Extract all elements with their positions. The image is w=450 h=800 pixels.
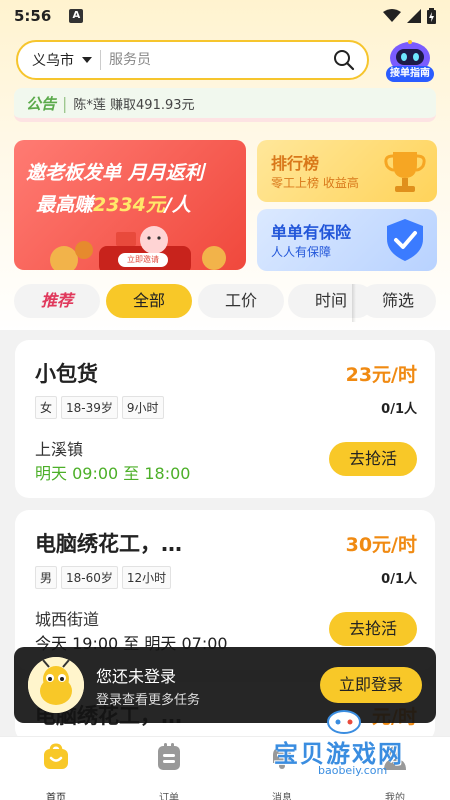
tab-all[interactable]: 全部: [106, 284, 192, 318]
job-title: 电脑绣花工，…: [35, 532, 182, 556]
search-input[interactable]: 服务员: [109, 53, 333, 67]
job-tags: 男 18-60岁 12小时: [35, 566, 172, 589]
job-headcount: 0/1人: [381, 572, 417, 587]
city-selector[interactable]: 义乌市: [32, 50, 74, 70]
login-button[interactable]: 立即登录: [320, 667, 422, 703]
job-title: 小包货: [35, 362, 98, 386]
login-subtitle: 登录查看更多任务: [96, 693, 201, 708]
banner-subheadline: 最高赚2334元/人: [36, 190, 191, 217]
trophy-icon: [384, 152, 426, 192]
chevron-down-icon[interactable]: [82, 57, 92, 63]
leaderboard-subtitle: 零工上榜 收益高: [271, 176, 359, 190]
signal-icon: [407, 9, 421, 23]
job-tag-age: 18-60岁: [61, 566, 118, 589]
announcement-separator: |: [62, 93, 68, 113]
job-pay: 30元/时: [345, 534, 417, 556]
nav-home[interactable]: 首页: [16, 743, 96, 800]
tab-wage[interactable]: 工价: [198, 284, 284, 318]
job-headcount: 0/1人: [381, 402, 417, 417]
nav-orders[interactable]: 订单: [129, 743, 209, 800]
grab-job-button[interactable]: 去抢活: [329, 612, 417, 646]
job-tags: 女 18-39岁 9小时: [35, 396, 164, 419]
job-tag-age: 18-39岁: [61, 396, 118, 419]
job-tag-gender: 男: [35, 566, 58, 589]
job-card[interactable]: 小包货 23元/时 女 18-39岁 9小时 0/1人 上溪镇 明天 09:00…: [15, 340, 435, 498]
job-time: 明天 09:00 至 18:00: [35, 464, 191, 483]
watermark-url: baobeiy.com: [318, 764, 388, 777]
job-location: 上溪镇: [35, 440, 84, 459]
leaderboard-title: 排行榜: [271, 154, 320, 173]
notification-icon: A: [69, 9, 84, 23]
nav-orders-label: 订单: [159, 793, 179, 800]
home-icon: [44, 743, 68, 769]
tab-filter[interactable]: 筛选: [360, 284, 436, 318]
shield-icon: [387, 219, 423, 261]
insurance-card[interactable]: 单单有保险 人人有保障: [257, 209, 437, 271]
battery-icon: [427, 8, 436, 24]
job-tag-hours: 12小时: [121, 566, 172, 589]
orders-icon: [158, 743, 180, 770]
announcement-text: 陈*莲 赚取491.93元: [73, 97, 195, 113]
leaderboard-card[interactable]: 排行榜 零工上榜 收益高: [257, 140, 437, 202]
invite-now-button[interactable]: 立即邀请: [118, 253, 168, 267]
guide-label[interactable]: 接单指南: [386, 66, 434, 82]
insurance-subtitle: 人人有保障: [271, 245, 332, 259]
search-bar[interactable]: 义乌市 服务员: [16, 40, 369, 80]
insurance-title: 单单有保险: [271, 223, 352, 242]
ant-mascot-icon: [28, 657, 84, 713]
banner-headline: 邀老板发单 月月返利: [26, 162, 204, 184]
tab-divider-shadow: [352, 284, 356, 322]
job-tag-hours: 9小时: [121, 396, 164, 419]
announcement-title: 公告: [26, 94, 57, 113]
search-icon[interactable]: [333, 49, 355, 71]
login-title: 您还未登录: [96, 667, 177, 686]
status-bar: 5:56 A: [0, 0, 450, 32]
job-pay: 23元/时: [345, 364, 417, 386]
nav-messages-label: 消息: [272, 793, 292, 800]
banner-suffix: /人: [164, 194, 191, 216]
banner-prefix: 最高赚: [36, 194, 94, 216]
search-divider: [100, 50, 101, 70]
tab-recommended[interactable]: 推荐: [14, 284, 100, 318]
job-tag-gender: 女: [35, 396, 58, 419]
filter-tabs: 推荐 全部 工价 时间 筛选: [14, 284, 450, 318]
banner-amount: 2334元: [93, 194, 165, 216]
invite-banner[interactable]: 邀老板发单 月月返利 最高赚2334元/人 立即邀请: [14, 140, 246, 270]
nav-home-label: 首页: [46, 793, 66, 800]
wifi-icon: [383, 9, 401, 22]
announcement-bar[interactable]: 公告 | 陈*莲 赚取491.93元: [14, 88, 436, 122]
job-card[interactable]: 电脑绣花工，… 30元/时 男 18-60岁 12小时 0/1人 城西街道 今天…: [15, 510, 435, 670]
job-location: 城西街道: [35, 610, 100, 629]
grab-job-button[interactable]: 去抢活: [329, 442, 417, 476]
status-time: 5:56: [14, 7, 52, 25]
nav-profile-label: 我的: [385, 793, 405, 800]
